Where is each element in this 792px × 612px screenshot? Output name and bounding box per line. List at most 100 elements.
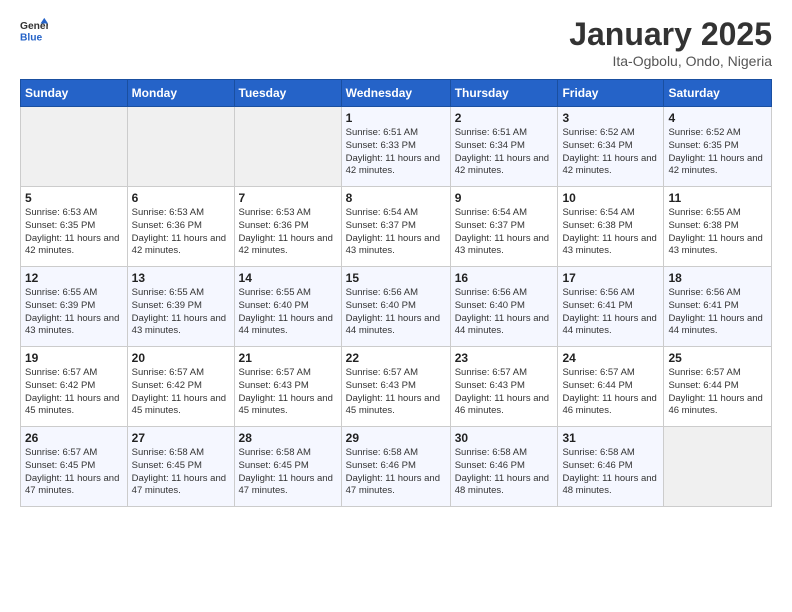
day-number: 7 [239, 191, 337, 205]
calendar-cell: 2 Sunrise: 6:51 AMSunset: 6:34 PMDayligh… [450, 107, 558, 187]
day-detail: Sunrise: 6:54 AMSunset: 6:37 PMDaylight:… [346, 207, 440, 256]
day-detail: Sunrise: 6:55 AMSunset: 6:40 PMDaylight:… [239, 287, 333, 336]
calendar-cell: 20 Sunrise: 6:57 AMSunset: 6:42 PMDaylig… [127, 347, 234, 427]
weekday-header-friday: Friday [558, 80, 664, 107]
day-detail: Sunrise: 6:57 AMSunset: 6:43 PMDaylight:… [346, 367, 440, 416]
calendar-cell: 11 Sunrise: 6:55 AMSunset: 6:38 PMDaylig… [664, 187, 772, 267]
day-detail: Sunrise: 6:56 AMSunset: 6:40 PMDaylight:… [455, 287, 549, 336]
calendar-cell: 21 Sunrise: 6:57 AMSunset: 6:43 PMDaylig… [234, 347, 341, 427]
day-detail: Sunrise: 6:58 AMSunset: 6:46 PMDaylight:… [455, 447, 549, 496]
day-number: 4 [668, 111, 767, 125]
svg-text:Blue: Blue [20, 32, 43, 43]
day-number: 24 [562, 351, 659, 365]
day-number: 1 [346, 111, 446, 125]
day-number: 10 [562, 191, 659, 205]
calendar-week-1: 1 Sunrise: 6:51 AMSunset: 6:33 PMDayligh… [21, 107, 772, 187]
calendar-cell: 4 Sunrise: 6:52 AMSunset: 6:35 PMDayligh… [664, 107, 772, 187]
weekday-header-thursday: Thursday [450, 80, 558, 107]
calendar-header: SundayMondayTuesdayWednesdayThursdayFrid… [21, 80, 772, 107]
day-number: 15 [346, 271, 446, 285]
day-number: 3 [562, 111, 659, 125]
calendar-cell: 8 Sunrise: 6:54 AMSunset: 6:37 PMDayligh… [341, 187, 450, 267]
logo: General Blue [20, 16, 48, 44]
day-detail: Sunrise: 6:53 AMSunset: 6:36 PMDaylight:… [239, 207, 333, 256]
day-number: 29 [346, 431, 446, 445]
day-number: 28 [239, 431, 337, 445]
day-detail: Sunrise: 6:57 AMSunset: 6:45 PMDaylight:… [25, 447, 119, 496]
calendar-cell: 15 Sunrise: 6:56 AMSunset: 6:40 PMDaylig… [341, 267, 450, 347]
day-detail: Sunrise: 6:58 AMSunset: 6:45 PMDaylight:… [239, 447, 333, 496]
calendar-cell: 19 Sunrise: 6:57 AMSunset: 6:42 PMDaylig… [21, 347, 128, 427]
calendar-subtitle: Ita-Ogbolu, Ondo, Nigeria [569, 53, 772, 69]
calendar-body: 1 Sunrise: 6:51 AMSunset: 6:33 PMDayligh… [21, 107, 772, 507]
calendar-cell: 18 Sunrise: 6:56 AMSunset: 6:41 PMDaylig… [664, 267, 772, 347]
day-number: 13 [132, 271, 230, 285]
calendar-week-3: 12 Sunrise: 6:55 AMSunset: 6:39 PMDaylig… [21, 267, 772, 347]
day-number: 5 [25, 191, 123, 205]
day-detail: Sunrise: 6:57 AMSunset: 6:44 PMDaylight:… [668, 367, 762, 416]
calendar-cell: 16 Sunrise: 6:56 AMSunset: 6:40 PMDaylig… [450, 267, 558, 347]
calendar-cell: 28 Sunrise: 6:58 AMSunset: 6:45 PMDaylig… [234, 427, 341, 507]
day-number: 26 [25, 431, 123, 445]
day-detail: Sunrise: 6:57 AMSunset: 6:44 PMDaylight:… [562, 367, 656, 416]
day-number: 9 [455, 191, 554, 205]
calendar-week-5: 26 Sunrise: 6:57 AMSunset: 6:45 PMDaylig… [21, 427, 772, 507]
day-number: 27 [132, 431, 230, 445]
calendar-cell: 7 Sunrise: 6:53 AMSunset: 6:36 PMDayligh… [234, 187, 341, 267]
calendar-cell: 6 Sunrise: 6:53 AMSunset: 6:36 PMDayligh… [127, 187, 234, 267]
day-detail: Sunrise: 6:56 AMSunset: 6:41 PMDaylight:… [668, 287, 762, 336]
day-detail: Sunrise: 6:58 AMSunset: 6:46 PMDaylight:… [562, 447, 656, 496]
calendar-cell: 10 Sunrise: 6:54 AMSunset: 6:38 PMDaylig… [558, 187, 664, 267]
calendar-cell: 22 Sunrise: 6:57 AMSunset: 6:43 PMDaylig… [341, 347, 450, 427]
calendar-cell: 9 Sunrise: 6:54 AMSunset: 6:37 PMDayligh… [450, 187, 558, 267]
day-number: 22 [346, 351, 446, 365]
title-area: January 2025 Ita-Ogbolu, Ondo, Nigeria [569, 16, 772, 69]
day-number: 30 [455, 431, 554, 445]
weekday-header-wednesday: Wednesday [341, 80, 450, 107]
day-number: 19 [25, 351, 123, 365]
calendar-title: January 2025 [569, 16, 772, 53]
day-detail: Sunrise: 6:57 AMSunset: 6:42 PMDaylight:… [132, 367, 226, 416]
day-number: 31 [562, 431, 659, 445]
calendar-week-4: 19 Sunrise: 6:57 AMSunset: 6:42 PMDaylig… [21, 347, 772, 427]
calendar-cell [127, 107, 234, 187]
calendar-cell [664, 427, 772, 507]
calendar-cell: 12 Sunrise: 6:55 AMSunset: 6:39 PMDaylig… [21, 267, 128, 347]
day-detail: Sunrise: 6:55 AMSunset: 6:39 PMDaylight:… [25, 287, 119, 336]
calendar-cell: 14 Sunrise: 6:55 AMSunset: 6:40 PMDaylig… [234, 267, 341, 347]
calendar-week-2: 5 Sunrise: 6:53 AMSunset: 6:35 PMDayligh… [21, 187, 772, 267]
day-detail: Sunrise: 6:52 AMSunset: 6:34 PMDaylight:… [562, 127, 656, 176]
day-number: 8 [346, 191, 446, 205]
calendar-cell [234, 107, 341, 187]
day-number: 18 [668, 271, 767, 285]
day-number: 20 [132, 351, 230, 365]
day-detail: Sunrise: 6:54 AMSunset: 6:37 PMDaylight:… [455, 207, 549, 256]
day-number: 6 [132, 191, 230, 205]
calendar-cell: 3 Sunrise: 6:52 AMSunset: 6:34 PMDayligh… [558, 107, 664, 187]
day-number: 16 [455, 271, 554, 285]
day-number: 11 [668, 191, 767, 205]
header: General Blue January 2025 Ita-Ogbolu, On… [20, 16, 772, 69]
day-number: 17 [562, 271, 659, 285]
day-number: 23 [455, 351, 554, 365]
day-detail: Sunrise: 6:56 AMSunset: 6:40 PMDaylight:… [346, 287, 440, 336]
calendar-cell: 1 Sunrise: 6:51 AMSunset: 6:33 PMDayligh… [341, 107, 450, 187]
logo-icon: General Blue [20, 16, 48, 44]
calendar-cell [21, 107, 128, 187]
calendar-table: SundayMondayTuesdayWednesdayThursdayFrid… [20, 79, 772, 507]
day-number: 21 [239, 351, 337, 365]
day-detail: Sunrise: 6:53 AMSunset: 6:36 PMDaylight:… [132, 207, 226, 256]
weekday-row: SundayMondayTuesdayWednesdayThursdayFrid… [21, 80, 772, 107]
day-detail: Sunrise: 6:58 AMSunset: 6:46 PMDaylight:… [346, 447, 440, 496]
calendar-cell: 26 Sunrise: 6:57 AMSunset: 6:45 PMDaylig… [21, 427, 128, 507]
calendar-cell: 27 Sunrise: 6:58 AMSunset: 6:45 PMDaylig… [127, 427, 234, 507]
calendar-cell: 17 Sunrise: 6:56 AMSunset: 6:41 PMDaylig… [558, 267, 664, 347]
day-detail: Sunrise: 6:58 AMSunset: 6:45 PMDaylight:… [132, 447, 226, 496]
calendar-cell: 24 Sunrise: 6:57 AMSunset: 6:44 PMDaylig… [558, 347, 664, 427]
calendar-cell: 13 Sunrise: 6:55 AMSunset: 6:39 PMDaylig… [127, 267, 234, 347]
day-detail: Sunrise: 6:57 AMSunset: 6:43 PMDaylight:… [239, 367, 333, 416]
day-detail: Sunrise: 6:53 AMSunset: 6:35 PMDaylight:… [25, 207, 119, 256]
day-number: 2 [455, 111, 554, 125]
calendar-cell: 25 Sunrise: 6:57 AMSunset: 6:44 PMDaylig… [664, 347, 772, 427]
calendar-cell: 29 Sunrise: 6:58 AMSunset: 6:46 PMDaylig… [341, 427, 450, 507]
